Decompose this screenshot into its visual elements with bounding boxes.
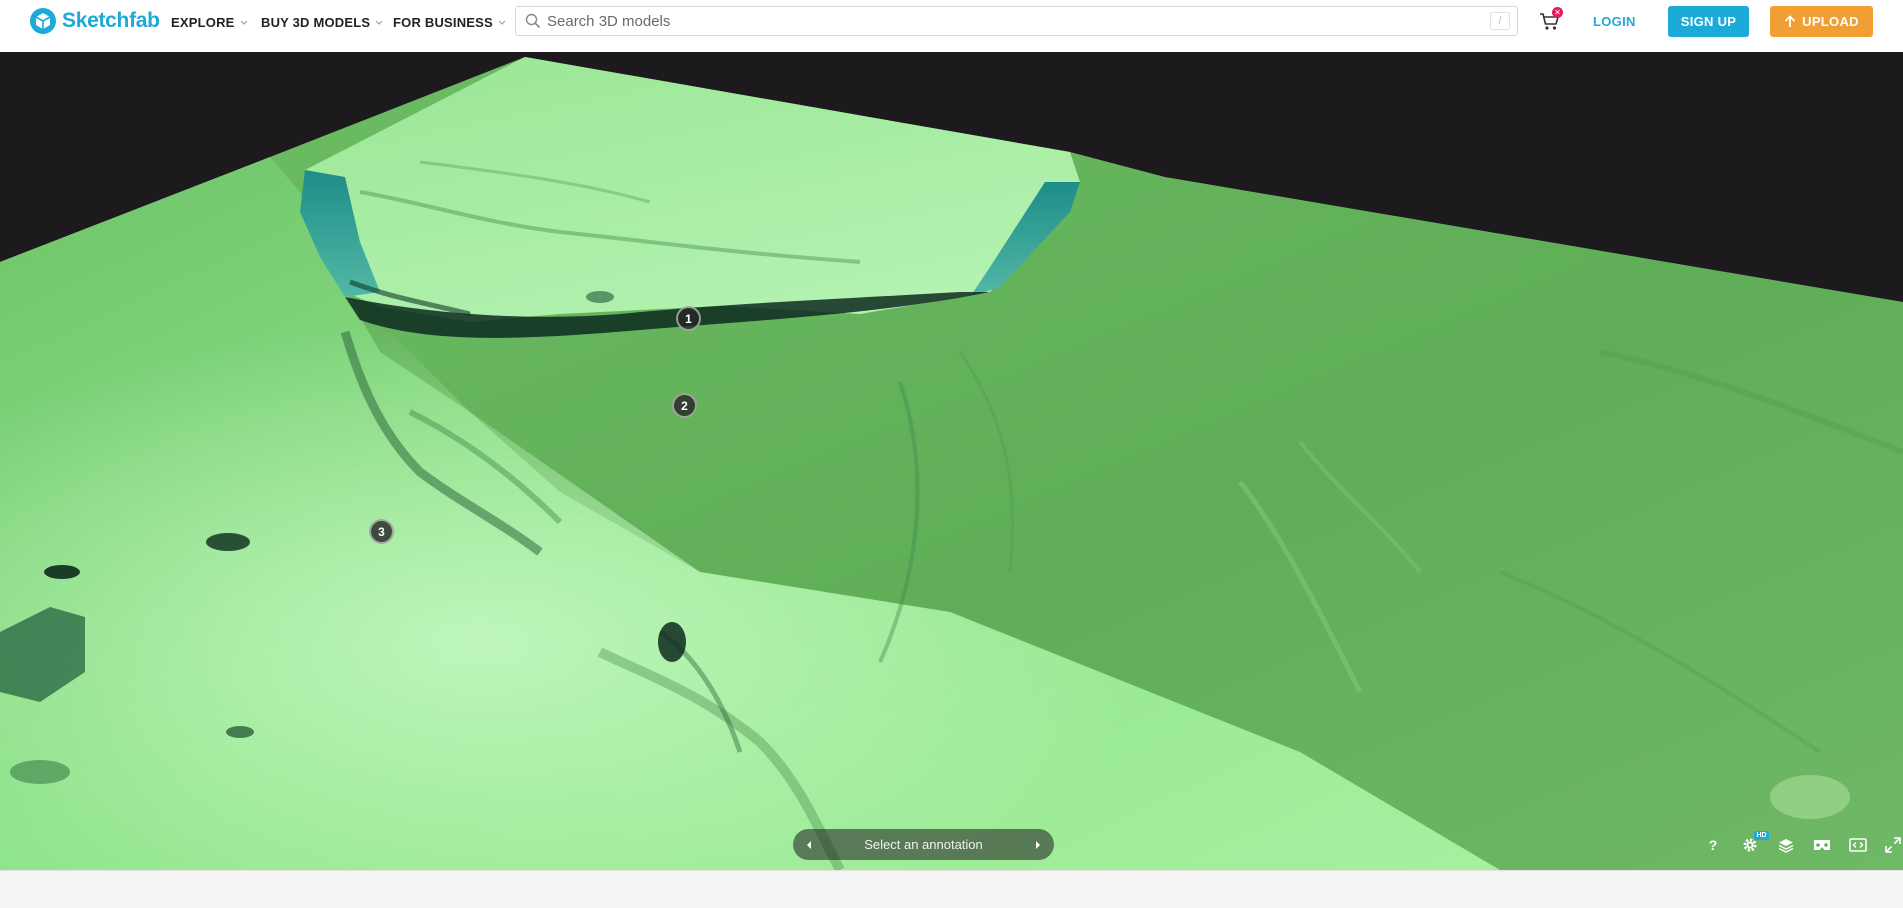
embed-button[interactable] bbox=[1847, 834, 1869, 856]
caret-right-icon bbox=[1036, 840, 1040, 849]
next-annotation-button[interactable] bbox=[1024, 829, 1052, 860]
login-link[interactable]: LOGIN bbox=[1593, 14, 1636, 29]
search-box: / bbox=[515, 6, 1518, 36]
nav-for-business[interactable]: FOR BUSINESS bbox=[393, 14, 506, 30]
upload-label: UPLOAD bbox=[1802, 14, 1859, 29]
nav-explore-label: EXPLORE bbox=[171, 14, 235, 30]
top-navigation-bar: Sketchfab EXPLORE BUY 3D MODELS FOR BUSI… bbox=[0, 0, 1903, 52]
sign-up-button[interactable]: SIGN UP bbox=[1668, 6, 1749, 37]
nav-buy-3d-models-label: BUY 3D MODELS bbox=[261, 14, 371, 30]
caret-left-icon bbox=[807, 840, 811, 849]
nav-buy-3d-models[interactable]: BUY 3D MODELS bbox=[261, 14, 383, 30]
nav-for-business-label: FOR BUSINESS bbox=[393, 14, 493, 30]
search-icon bbox=[525, 13, 541, 29]
help-icon: ? bbox=[1708, 837, 1718, 853]
upload-arrow-icon bbox=[1785, 15, 1796, 27]
sketchfab-logo-icon bbox=[30, 8, 56, 34]
sketchfab-logo[interactable]: Sketchfab bbox=[30, 8, 160, 34]
fullscreen-icon bbox=[1885, 837, 1901, 853]
hd-badge: HD bbox=[1754, 831, 1769, 840]
model-viewer[interactable]: 1 2 3 Select an annotation ? HD bbox=[0, 52, 1903, 870]
chevron-down-icon bbox=[375, 20, 383, 25]
annotation-hotspot-2[interactable]: 2 bbox=[672, 393, 697, 418]
upload-button[interactable]: UPLOAD bbox=[1770, 6, 1873, 37]
annotation-hotspot-1[interactable]: 1 bbox=[676, 306, 701, 331]
cart-badge: ✕ bbox=[1552, 7, 1563, 18]
page-content-below-viewer bbox=[0, 870, 1903, 908]
layers-button[interactable] bbox=[1775, 834, 1797, 856]
layers-icon bbox=[1778, 839, 1794, 853]
vr-icon bbox=[1814, 840, 1830, 850]
previous-annotation-button[interactable] bbox=[795, 829, 823, 860]
cart-button[interactable]: ✕ bbox=[1538, 7, 1563, 33]
brand-name: Sketchfab bbox=[62, 9, 160, 32]
terrain-model-render[interactable] bbox=[0, 52, 1903, 870]
nav-explore[interactable]: EXPLORE bbox=[171, 14, 248, 30]
vr-button[interactable] bbox=[1811, 834, 1833, 856]
annotation-navigator: Select an annotation bbox=[793, 829, 1054, 860]
embed-icon bbox=[1849, 838, 1867, 852]
chevron-down-icon bbox=[498, 20, 506, 25]
annotation-hotspot-3[interactable]: 3 bbox=[369, 519, 394, 544]
annotation-navigator-label: Select an annotation bbox=[864, 837, 983, 852]
chevron-down-icon bbox=[240, 20, 247, 25]
fullscreen-button[interactable] bbox=[1882, 834, 1903, 856]
help-button[interactable]: ? bbox=[1702, 834, 1724, 856]
search-input[interactable] bbox=[547, 7, 1467, 35]
search-shortcut-hint: / bbox=[1490, 12, 1510, 30]
